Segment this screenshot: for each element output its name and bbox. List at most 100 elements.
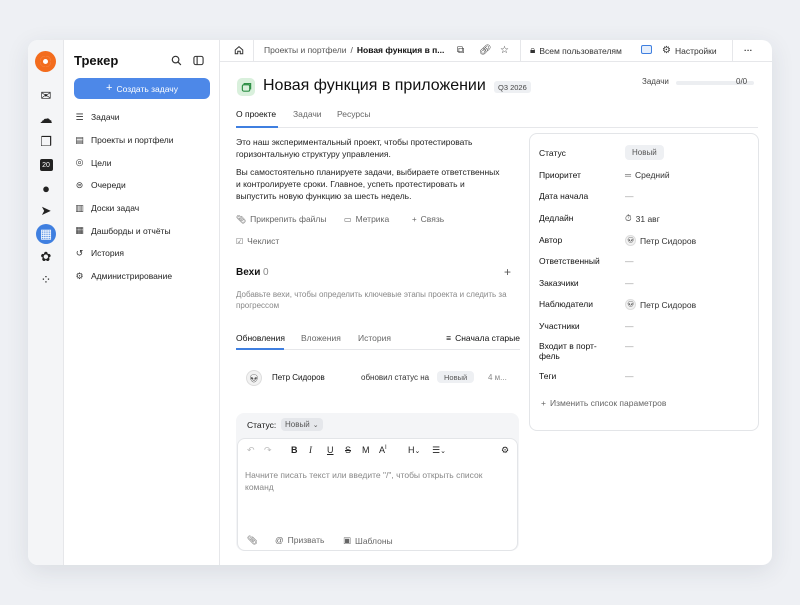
home-icon[interactable] bbox=[234, 45, 244, 55]
add-milestone-icon[interactable]: + bbox=[504, 265, 511, 279]
quarter-badge[interactable]: Q3 2026 bbox=[494, 81, 531, 93]
star-icon[interactable]: ☆ bbox=[500, 45, 509, 56]
mention-button[interactable]: @ Призвать bbox=[275, 535, 324, 545]
breadcrumb-parent[interactable]: Проекты и портфели bbox=[264, 45, 347, 55]
link-button[interactable]: + Связь bbox=[412, 214, 444, 224]
sidebar-item-queues[interactable]: ⊜ Очереди bbox=[74, 174, 214, 197]
italic-icon[interactable]: I bbox=[309, 445, 312, 455]
edit-params-button[interactable]: + Изменить список параметров bbox=[541, 398, 666, 408]
property-row[interactable]: Наблюдатели 👽︎ Петр Сидоров bbox=[539, 299, 751, 313]
sidebar-panel-icon[interactable] bbox=[641, 45, 652, 54]
calendar-icon[interactable]: 20 bbox=[36, 155, 56, 175]
property-row[interactable]: Заказчики — bbox=[539, 278, 751, 292]
search-icon[interactable] bbox=[169, 53, 183, 67]
sidebar-item-projects[interactable]: ▤ Проекты и портфели bbox=[74, 129, 214, 152]
send-icon[interactable]: ➤ bbox=[36, 201, 56, 221]
list-format-icon[interactable]: ☰⌄ bbox=[432, 445, 446, 456]
paw-icon[interactable]: ✿ bbox=[36, 247, 56, 267]
sidebar-item-goals[interactable]: ◎ Цели bbox=[74, 151, 214, 174]
templates-button[interactable]: ▣ Шаблоны bbox=[343, 535, 393, 546]
tab-attachments[interactable]: Вложения bbox=[301, 333, 341, 343]
sidebar-item-label: История bbox=[91, 248, 124, 259]
yandex-360-logo[interactable] bbox=[35, 51, 56, 72]
dashboard-icon: ▦ bbox=[75, 225, 84, 236]
strikethrough-icon[interactable]: S bbox=[345, 445, 351, 455]
tab-tasks[interactable]: Задачи bbox=[293, 109, 322, 119]
editor-status-label: Статус: bbox=[247, 420, 277, 430]
tab-history[interactable]: История bbox=[358, 333, 391, 343]
tab-about[interactable]: О проекте bbox=[236, 109, 276, 119]
breadcrumb-separator: / bbox=[350, 45, 353, 55]
attach-icon[interactable]: 📎︎ bbox=[247, 535, 258, 546]
messenger-icon[interactable]: ● bbox=[36, 178, 56, 198]
property-row[interactable]: Дедлайн ⏱ 31 авг bbox=[539, 213, 751, 227]
property-label: Участники bbox=[539, 321, 580, 331]
link-icon[interactable]: 🔗︎ bbox=[479, 45, 492, 56]
sidebar-item-admin[interactable]: ⚙ Администрирование bbox=[74, 265, 214, 288]
access-label: Всем пользователям bbox=[539, 45, 622, 56]
template-icon: ▣ bbox=[343, 535, 352, 545]
priority-icon: ═ bbox=[625, 170, 632, 180]
property-row[interactable]: Участники — bbox=[539, 321, 751, 335]
bold-icon[interactable]: B bbox=[291, 445, 298, 455]
activity-author[interactable]: Петр Сидоров bbox=[272, 373, 325, 382]
editor-status-select[interactable]: Новый ⌄ bbox=[281, 418, 323, 431]
property-row[interactable]: Статус Новый bbox=[539, 145, 751, 162]
underline-icon[interactable]: U bbox=[327, 445, 334, 455]
milestones-hint: Добавьте вехи, чтобы определить ключевые… bbox=[236, 290, 507, 310]
tab-resources[interactable]: Ресурсы bbox=[337, 109, 371, 119]
property-label: Дата начала bbox=[539, 191, 589, 201]
sidebar-item-dashboards[interactable]: ▦ Дашборды и отчёты bbox=[74, 219, 214, 242]
disk-icon[interactable]: ☁ bbox=[36, 109, 56, 129]
status-badge: Новый bbox=[437, 371, 475, 383]
sidebar-item-label: Администрирование bbox=[91, 271, 173, 282]
metric-button[interactable]: ▭ Метрика bbox=[344, 214, 389, 224]
panel-toggle-icon[interactable] bbox=[191, 53, 205, 67]
avatar[interactable]: 👽︎ bbox=[246, 370, 262, 386]
docs-icon[interactable]: ❐ bbox=[36, 132, 56, 152]
mention-label: Призвать bbox=[287, 535, 325, 545]
access-button[interactable]: 🔒︎ Всем пользователям bbox=[530, 45, 622, 56]
project-description[interactable]: Это наш экспериментальный проект, чтобы … bbox=[236, 136, 506, 202]
tracker-icon[interactable]: ▦ bbox=[36, 224, 56, 244]
mail-icon[interactable]: ✉ bbox=[36, 86, 56, 106]
property-row[interactable]: Автор 👽︎ Петр Сидоров bbox=[539, 235, 751, 249]
monospace-icon[interactable]: M bbox=[362, 445, 370, 455]
queue-icon: ⊜ bbox=[75, 179, 84, 190]
editor-settings-icon[interactable]: ⚙ bbox=[501, 445, 509, 456]
sort-button[interactable]: ≡ Сначала старые bbox=[446, 333, 520, 343]
plus-icon: + bbox=[541, 398, 546, 408]
create-task-button[interactable]: + Создать задачу bbox=[74, 78, 210, 99]
heading-icon[interactable]: H⌄ bbox=[408, 445, 420, 455]
undo-icon[interactable]: ↶ bbox=[247, 445, 255, 456]
editor-status-value: Новый bbox=[285, 420, 310, 429]
more-icon[interactable]: ··· bbox=[744, 45, 753, 55]
sidebar-item-label: Доски задач bbox=[91, 203, 140, 214]
status-badge[interactable]: Новый bbox=[625, 145, 664, 160]
copy-icon[interactable]: ⧉ bbox=[457, 45, 464, 56]
attach-files-button[interactable]: 📎︎ Прикрепить файлы bbox=[236, 214, 327, 224]
sidebar-item-tasks[interactable]: ☰ Задачи bbox=[74, 106, 214, 129]
property-row[interactable]: Ответственный — bbox=[539, 256, 751, 270]
settings-label: Настройки bbox=[674, 45, 717, 56]
folder-icon: ▤ bbox=[75, 134, 84, 145]
edit-params-label: Изменить список параметров bbox=[549, 398, 667, 408]
font-size-icon[interactable]: AI bbox=[379, 445, 387, 455]
top-bar: Проекты и портфели / Новая функция в п..… bbox=[220, 40, 772, 62]
property-row[interactable]: Входит в порт-фель — bbox=[539, 341, 751, 363]
apps-icon[interactable]: ⁘ bbox=[36, 270, 56, 290]
milestones-title: Вехи bbox=[236, 267, 261, 278]
property-row[interactable]: Приоритет ═ Средний bbox=[539, 170, 751, 184]
sidebar-item-boards[interactable]: ▥ Доски задач bbox=[74, 197, 214, 220]
checklist-button[interactable]: ☑ Чеклист bbox=[236, 236, 279, 246]
redo-icon[interactable]: ↷ bbox=[264, 445, 272, 456]
app-window: ✉ ☁ ❐ 20 ● ➤ ▦ ✿ ⁘ Трекер + Создать зада… bbox=[28, 40, 772, 565]
settings-button[interactable]: ⚙ Настройки bbox=[662, 45, 717, 56]
tab-updates[interactable]: Обновления bbox=[236, 333, 285, 343]
services-rail: ✉ ☁ ❐ 20 ● ➤ ▦ ✿ ⁘ bbox=[28, 40, 64, 565]
property-row[interactable]: Дата начала — bbox=[539, 191, 751, 205]
property-row[interactable]: Теги — bbox=[539, 371, 751, 385]
sidebar-item-history[interactable]: ↺ История bbox=[74, 242, 214, 265]
comment-box[interactable]: ↶ ↷ B I U S M AI H⌄ ☰⌄ ⚙ Начните писать … bbox=[237, 438, 518, 551]
property-value: Петр Сидоров bbox=[640, 299, 697, 310]
